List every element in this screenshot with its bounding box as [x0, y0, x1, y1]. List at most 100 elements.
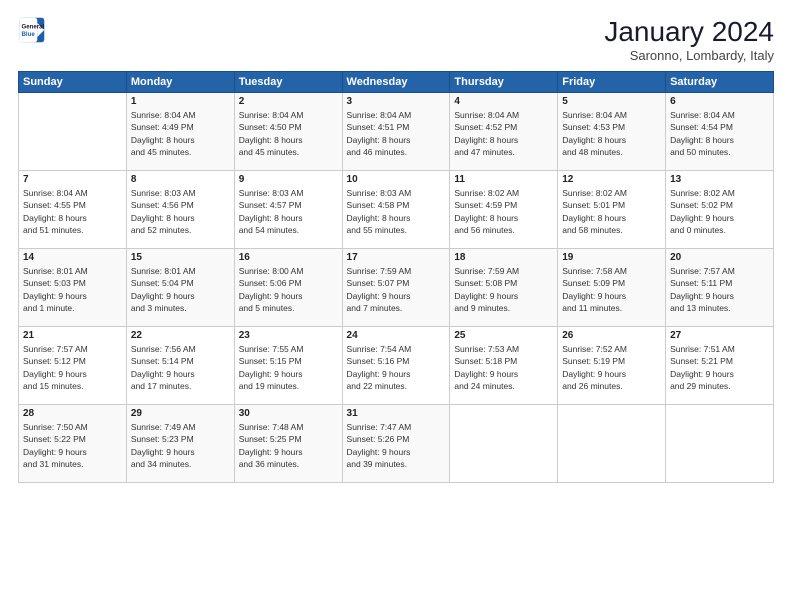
- day-info: Sunrise: 7:54 AM Sunset: 5:16 PM Dayligh…: [347, 343, 446, 392]
- day-number: 29: [131, 408, 230, 419]
- calendar-cell: 6Sunrise: 8:04 AM Sunset: 4:54 PM Daylig…: [666, 93, 774, 171]
- day-info: Sunrise: 8:02 AM Sunset: 5:01 PM Dayligh…: [562, 187, 661, 236]
- day-number: 26: [562, 330, 661, 341]
- day-number: 19: [562, 252, 661, 263]
- weekday-header-friday: Friday: [558, 72, 666, 93]
- day-info: Sunrise: 8:03 AM Sunset: 4:56 PM Dayligh…: [131, 187, 230, 236]
- day-info: Sunrise: 7:57 AM Sunset: 5:12 PM Dayligh…: [23, 343, 122, 392]
- logo: General Blue: [18, 16, 46, 44]
- calendar-cell: 10 Sunrise: 8:03 AM Sunset: 4:58 PM Dayli…: [342, 171, 450, 249]
- week-row-2: 7Sunrise: 8:04 AM Sunset: 4:55 PM Daylig…: [19, 171, 774, 249]
- calendar-cell: 16 Sunrise: 8:00 AM Sunset: 5:06 PM Dayli…: [234, 249, 342, 327]
- day-info: Sunrise: 8:02 AM Sunset: 5:02 PM Dayligh…: [670, 187, 769, 236]
- calendar-cell: 15 Sunrise: 8:01 AM Sunset: 5:04 PM Dayli…: [126, 249, 234, 327]
- day-number: 1: [131, 96, 230, 107]
- calendar-cell: 11 Sunrise: 8:02 AM Sunset: 4:59 PM Dayli…: [450, 171, 558, 249]
- calendar-cell: 18 Sunrise: 7:59 AM Sunset: 5:08 PM Dayli…: [450, 249, 558, 327]
- day-info: Sunrise: 7:49 AM Sunset: 5:23 PM Dayligh…: [131, 421, 230, 470]
- calendar-cell: 7Sunrise: 8:04 AM Sunset: 4:55 PM Daylig…: [19, 171, 127, 249]
- week-row-5: 28 Sunrise: 7:50 AM Sunset: 5:22 PM Dayli…: [19, 405, 774, 483]
- main-title: January 2024: [604, 16, 774, 48]
- day-info: Sunrise: 8:04 AM Sunset: 4:54 PM Dayligh…: [670, 109, 769, 158]
- day-number: 28: [23, 408, 122, 419]
- calendar-cell: 4Sunrise: 8:04 AM Sunset: 4:52 PM Daylig…: [450, 93, 558, 171]
- calendar-cell: 14 Sunrise: 8:01 AM Sunset: 5:03 PM Dayli…: [19, 249, 127, 327]
- weekday-header-row: SundayMondayTuesdayWednesdayThursdayFrid…: [19, 72, 774, 93]
- svg-text:Blue: Blue: [22, 31, 36, 38]
- day-number: 13: [670, 174, 769, 185]
- calendar-cell: 13 Sunrise: 8:02 AM Sunset: 5:02 PM Dayli…: [666, 171, 774, 249]
- calendar-cell: 2 Sunrise: 8:04 AM Sunset: 4:50 PM Daylig…: [234, 93, 342, 171]
- calendar-cell: 27 Sunrise: 7:51 AM Sunset: 5:21 PM Dayli…: [666, 327, 774, 405]
- calendar-cell: 9 Sunrise: 8:03 AM Sunset: 4:57 PM Daylig…: [234, 171, 342, 249]
- day-info: Sunrise: 8:03 AM Sunset: 4:57 PM Dayligh…: [239, 187, 338, 236]
- calendar-table: SundayMondayTuesdayWednesdayThursdayFrid…: [18, 71, 774, 483]
- page-header: General Blue January 2024 Saronno, Lomba…: [18, 16, 774, 63]
- day-number: 3: [347, 96, 446, 107]
- calendar-cell: [450, 405, 558, 483]
- weekday-header-thursday: Thursday: [450, 72, 558, 93]
- calendar-cell: 30 Sunrise: 7:48 AM Sunset: 5:25 PM Dayli…: [234, 405, 342, 483]
- day-info: Sunrise: 7:59 AM Sunset: 5:08 PM Dayligh…: [454, 265, 553, 314]
- day-number: 2: [239, 96, 338, 107]
- day-info: Sunrise: 8:04 AM Sunset: 4:55 PM Dayligh…: [23, 187, 122, 236]
- day-number: 8: [131, 174, 230, 185]
- calendar-cell: 12 Sunrise: 8:02 AM Sunset: 5:01 PM Dayli…: [558, 171, 666, 249]
- day-info: Sunrise: 7:50 AM Sunset: 5:22 PM Dayligh…: [23, 421, 122, 470]
- calendar-cell: [558, 405, 666, 483]
- day-number: 14: [23, 252, 122, 263]
- calendar-cell: 19 Sunrise: 7:58 AM Sunset: 5:09 PM Dayli…: [558, 249, 666, 327]
- day-number: 20: [670, 252, 769, 263]
- day-info: Sunrise: 8:04 AM Sunset: 4:49 PM Dayligh…: [131, 109, 230, 158]
- calendar-cell: [666, 405, 774, 483]
- day-info: Sunrise: 8:04 AM Sunset: 4:52 PM Dayligh…: [454, 109, 553, 158]
- subtitle: Saronno, Lombardy, Italy: [604, 48, 774, 63]
- weekday-header-wednesday: Wednesday: [342, 72, 450, 93]
- day-number: 9: [239, 174, 338, 185]
- calendar-cell: 8 Sunrise: 8:03 AM Sunset: 4:56 PM Daylig…: [126, 171, 234, 249]
- day-info: Sunrise: 7:56 AM Sunset: 5:14 PM Dayligh…: [131, 343, 230, 392]
- day-number: 31: [347, 408, 446, 419]
- day-number: 10: [347, 174, 446, 185]
- day-number: 15: [131, 252, 230, 263]
- calendar-cell: 25Sunrise: 7:53 AM Sunset: 5:18 PM Dayli…: [450, 327, 558, 405]
- day-number: 18: [454, 252, 553, 263]
- weekday-header-tuesday: Tuesday: [234, 72, 342, 93]
- day-info: Sunrise: 8:01 AM Sunset: 5:03 PM Dayligh…: [23, 265, 122, 314]
- day-info: Sunrise: 7:59 AM Sunset: 5:07 PM Dayligh…: [347, 265, 446, 314]
- calendar-cell: 17Sunrise: 7:59 AM Sunset: 5:07 PM Dayli…: [342, 249, 450, 327]
- day-info: Sunrise: 8:01 AM Sunset: 5:04 PM Dayligh…: [131, 265, 230, 314]
- title-block: January 2024 Saronno, Lombardy, Italy: [604, 16, 774, 63]
- day-info: Sunrise: 8:04 AM Sunset: 4:53 PM Dayligh…: [562, 109, 661, 158]
- calendar-cell: 5Sunrise: 8:04 AM Sunset: 4:53 PM Daylig…: [558, 93, 666, 171]
- day-info: Sunrise: 8:04 AM Sunset: 4:50 PM Dayligh…: [239, 109, 338, 158]
- day-info: Sunrise: 8:00 AM Sunset: 5:06 PM Dayligh…: [239, 265, 338, 314]
- day-info: Sunrise: 7:57 AM Sunset: 5:11 PM Dayligh…: [670, 265, 769, 314]
- week-row-3: 14 Sunrise: 8:01 AM Sunset: 5:03 PM Dayli…: [19, 249, 774, 327]
- calendar-cell: 24Sunrise: 7:54 AM Sunset: 5:16 PM Dayli…: [342, 327, 450, 405]
- day-number: 25: [454, 330, 553, 341]
- day-info: Sunrise: 8:04 AM Sunset: 4:51 PM Dayligh…: [347, 109, 446, 158]
- logo-icon: General Blue: [18, 16, 46, 44]
- day-info: Sunrise: 7:58 AM Sunset: 5:09 PM Dayligh…: [562, 265, 661, 314]
- day-number: 16: [239, 252, 338, 263]
- calendar-cell: 29 Sunrise: 7:49 AM Sunset: 5:23 PM Dayli…: [126, 405, 234, 483]
- calendar-cell: 3 Sunrise: 8:04 AM Sunset: 4:51 PM Daylig…: [342, 93, 450, 171]
- day-number: 27: [670, 330, 769, 341]
- weekday-header-monday: Monday: [126, 72, 234, 93]
- day-number: 30: [239, 408, 338, 419]
- day-info: Sunrise: 7:48 AM Sunset: 5:25 PM Dayligh…: [239, 421, 338, 470]
- calendar-cell: 31Sunrise: 7:47 AM Sunset: 5:26 PM Dayli…: [342, 405, 450, 483]
- svg-text:General: General: [22, 23, 45, 30]
- calendar-cell: 20 Sunrise: 7:57 AM Sunset: 5:11 PM Dayli…: [666, 249, 774, 327]
- day-number: 11: [454, 174, 553, 185]
- day-number: 22: [131, 330, 230, 341]
- day-info: Sunrise: 8:03 AM Sunset: 4:58 PM Dayligh…: [347, 187, 446, 236]
- day-info: Sunrise: 7:51 AM Sunset: 5:21 PM Dayligh…: [670, 343, 769, 392]
- day-info: Sunrise: 8:02 AM Sunset: 4:59 PM Dayligh…: [454, 187, 553, 236]
- calendar-cell: [19, 93, 127, 171]
- day-number: 12: [562, 174, 661, 185]
- weekday-header-sunday: Sunday: [19, 72, 127, 93]
- calendar-cell: 22 Sunrise: 7:56 AM Sunset: 5:14 PM Dayli…: [126, 327, 234, 405]
- day-info: Sunrise: 7:52 AM Sunset: 5:19 PM Dayligh…: [562, 343, 661, 392]
